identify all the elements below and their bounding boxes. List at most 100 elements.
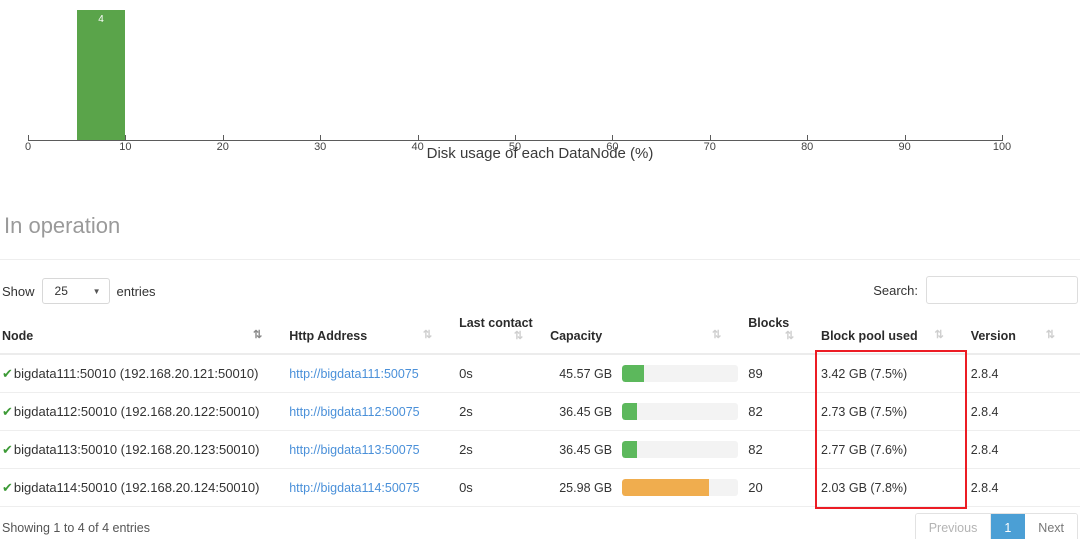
- table-footer: Showing 1 to 4 of 4 entries Previous 1 N…: [0, 511, 1080, 539]
- page-1-button[interactable]: 1: [991, 514, 1026, 539]
- check-icon: ✔: [2, 441, 13, 457]
- http-address-link[interactable]: http://bigdata112:50075: [289, 405, 419, 419]
- capacity-value: 36.45 GB: [559, 442, 613, 457]
- sort-icon[interactable]: ⇅: [253, 329, 262, 342]
- cell-http-address: http://bigdata114:50075: [287, 468, 458, 507]
- table-row: ✔bigdata112:50010 (192.168.20.122:50010)…: [0, 392, 1080, 431]
- capacity-wrapper: 36.45 GB: [550, 403, 739, 420]
- cell-blocks: 82: [746, 392, 820, 431]
- page-title: In operation: [4, 213, 121, 238]
- sort-icon[interactable]: ⇅: [1046, 329, 1055, 342]
- next-page-button[interactable]: Next: [1025, 514, 1077, 539]
- capacity-progress-fill: [622, 479, 710, 496]
- sort-icon[interactable]: ⇅: [514, 330, 523, 343]
- section-divider: [0, 259, 1080, 260]
- column-header-blocks[interactable]: Blocks ⇅: [746, 310, 820, 355]
- entries-select[interactable]: 25 ▼: [41, 278, 110, 304]
- node-name: bigdata112:50010 (192.168.20.122:50010): [13, 403, 260, 419]
- previous-page-button[interactable]: Previous: [915, 514, 992, 539]
- check-icon: ✔: [2, 479, 13, 495]
- histogram-bar: 4: [76, 10, 126, 141]
- sort-icon[interactable]: ⇅: [934, 329, 943, 342]
- version-value: 2.8.4: [970, 405, 999, 419]
- sort-icon[interactable]: ⇅: [785, 330, 794, 343]
- capacity-value: 25.98 GB: [559, 480, 613, 495]
- search-input[interactable]: [926, 276, 1078, 304]
- table-head: Node ⇅ Http Address ⇅ Last contact ⇅ Capacity ⇅…: [0, 310, 1080, 355]
- histogram-plot-area: 4: [28, 10, 1002, 141]
- cell-last-contact: 0s: [457, 468, 549, 507]
- cell-version: 2.8.4: [968, 468, 1080, 507]
- disk-usage-histogram: 4 0 10 20 30 40 50 60 70 80 90 100 Disk usage of e…: [0, 0, 1080, 175]
- capacity-progress-fill: [622, 403, 638, 420]
- version-value: 2.8.4: [970, 367, 999, 381]
- capacity-value: 45.57 GB: [559, 366, 613, 381]
- capacity-wrapper: 36.45 GB: [550, 441, 739, 458]
- block-pool-used-value: 2.73 GB (7.5%): [821, 405, 908, 419]
- column-header-label: Last contact: [459, 316, 533, 330]
- entries-select-value: 25: [54, 284, 68, 298]
- search-label: Search:: [873, 282, 918, 298]
- capacity-progress-fill: [622, 365, 645, 382]
- x-axis-title: Disk usage of each DataNode (%): [426, 145, 654, 162]
- table-info: Showing 1 to 4 of 4 entries: [2, 521, 151, 535]
- entries-label: entries: [116, 283, 156, 299]
- column-header-node[interactable]: Node ⇅: [0, 310, 288, 355]
- capacity-progress-bar: [622, 403, 739, 420]
- column-header-http-address[interactable]: Http Address ⇅: [287, 310, 458, 355]
- cell-version: 2.8.4: [968, 430, 1080, 469]
- column-header-version[interactable]: Version ⇅: [968, 310, 1080, 355]
- cell-node: ✔bigdata111:50010 (192.168.20.121:50010): [0, 354, 288, 393]
- search-control: Search:: [873, 276, 1078, 304]
- cell-capacity: 45.57 GB: [548, 354, 747, 393]
- cell-blocks: 89: [746, 354, 820, 393]
- cell-http-address: http://bigdata111:50075: [287, 354, 458, 393]
- http-address-link[interactable]: http://bigdata111:50075: [289, 367, 419, 381]
- capacity-progress-bar: [622, 441, 739, 458]
- cell-http-address: http://bigdata112:50075: [287, 392, 458, 431]
- capacity-wrapper: 25.98 GB: [550, 479, 739, 496]
- check-icon: ✔: [2, 403, 13, 419]
- block-pool-used-value: 2.03 GB (7.8%): [821, 481, 908, 495]
- cell-blocks: 20: [746, 468, 820, 507]
- capacity-progress-bar: [622, 479, 739, 496]
- column-header-label: Blocks: [748, 316, 790, 330]
- cell-capacity: 36.45 GB: [548, 430, 747, 469]
- cell-blocks: 82: [746, 430, 820, 469]
- column-header-label: Capacity: [550, 329, 603, 343]
- column-header-capacity[interactable]: Capacity ⇅: [548, 310, 747, 355]
- table-row: ✔bigdata111:50010 (192.168.20.121:50010)…: [0, 354, 1080, 393]
- table-header-row: Node ⇅ Http Address ⇅ Last contact ⇅ Capacity ⇅…: [0, 310, 1080, 355]
- table-body: ✔bigdata111:50010 (192.168.20.121:50010)…: [0, 354, 1080, 507]
- sort-icon[interactable]: ⇅: [423, 329, 432, 342]
- cell-last-contact: 0s: [457, 354, 549, 393]
- capacity-progress-fill: [622, 441, 638, 458]
- block-pool-used-value: 2.77 GB (7.6%): [821, 443, 908, 457]
- cell-block-pool-used: 2.03 GB (7.8%): [819, 468, 969, 507]
- version-value: 2.8.4: [970, 443, 999, 457]
- node-name: bigdata111:50010 (192.168.20.121:50010): [13, 365, 259, 381]
- cell-block-pool-used: 2.77 GB (7.6%): [819, 430, 969, 469]
- capacity-progress-bar: [622, 365, 739, 382]
- cell-block-pool-used: 2.73 GB (7.5%): [819, 392, 969, 431]
- cell-last-contact: 2s: [457, 392, 549, 431]
- cell-version: 2.8.4: [968, 354, 1080, 393]
- sort-icon[interactable]: ⇅: [712, 329, 721, 342]
- capacity-wrapper: 45.57 GB: [550, 365, 739, 382]
- capacity-value: 36.45 GB: [559, 404, 613, 419]
- cell-version: 2.8.4: [968, 392, 1080, 431]
- cell-block-pool-used: 3.42 GB (7.5%): [819, 354, 969, 393]
- cell-capacity: 36.45 GB: [548, 392, 747, 431]
- table-row: ✔bigdata113:50010 (192.168.20.123:50010)…: [0, 430, 1080, 469]
- http-address-link[interactable]: http://bigdata113:50075: [289, 443, 419, 457]
- length-control: Show 25 ▼ entries: [2, 278, 156, 304]
- datanodes-page: 4 0 10 20 30 40 50 60 70 80 90 100 Disk usage of e…: [0, 0, 1080, 539]
- column-header-block-pool-used[interactable]: Block pool used ⇅: [819, 310, 969, 355]
- datanodes-table: Node ⇅ Http Address ⇅ Last contact ⇅ Capacity ⇅…: [0, 310, 1080, 507]
- block-pool-used-value: 3.42 GB (7.5%): [821, 367, 908, 381]
- cell-node: ✔bigdata113:50010 (192.168.20.123:50010): [0, 430, 288, 469]
- cell-last-contact: 2s: [457, 430, 549, 469]
- http-address-link[interactable]: http://bigdata114:50075: [289, 481, 419, 495]
- table-row: ✔bigdata114:50010 (192.168.20.124:50010)…: [0, 468, 1080, 507]
- column-header-last-contact[interactable]: Last contact ⇅: [457, 310, 549, 355]
